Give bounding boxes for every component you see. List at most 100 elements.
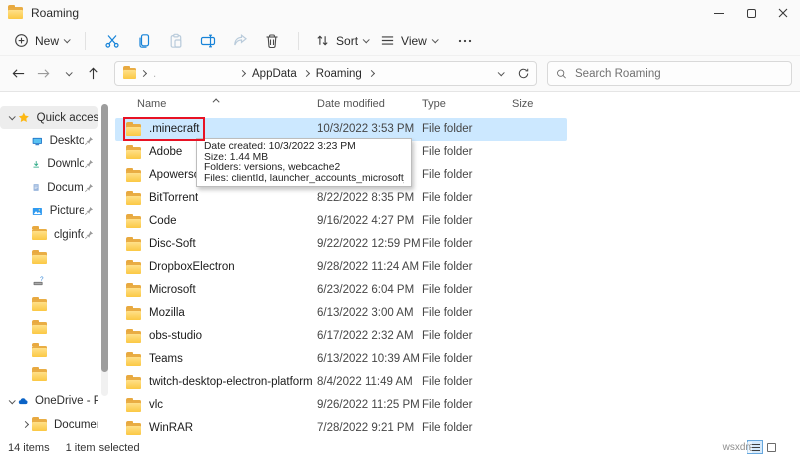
view-button[interactable]: View (374, 28, 443, 54)
file-type: File folder (422, 146, 473, 158)
sidebar-item-unnamed[interactable] (0, 317, 98, 340)
sidebar-item-onedrive-perso[interactable]: OneDrive - Perso (0, 390, 98, 413)
star-icon (18, 111, 30, 124)
file-row-twitch-desktop-electron-platform[interactable]: twitch-desktop-electron-platform8/4/2022… (112, 371, 800, 394)
sidebar-item-pictures[interactable]: Pictures (0, 200, 98, 223)
breadcrumb-user-segment[interactable]: . (151, 68, 235, 80)
sidebar-scrollbar-thumb[interactable] (101, 104, 108, 372)
file-date-modified: 8/22/2022 8:35 PM (317, 192, 414, 204)
share-button[interactable] (224, 28, 256, 54)
forward-icon (36, 66, 51, 81)
file-row-vlc[interactable]: vlc9/26/2022 11:25 PMFile folder (112, 394, 800, 417)
folder-info-tooltip: Date created: 10/3/2022 3:23 PM Size: 1.… (196, 138, 412, 187)
file-type: File folder (422, 376, 473, 388)
column-header-name[interactable]: Name (137, 98, 166, 110)
up-button[interactable] (81, 61, 106, 86)
device-icon: ? (32, 275, 45, 288)
close-button[interactable] (767, 0, 799, 26)
paste-button[interactable] (160, 28, 192, 54)
sidebar-item-documents[interactable]: Documents (0, 413, 98, 436)
file-row-bittorrent[interactable]: BitTorrent8/22/2022 8:35 PMFile folder (112, 187, 800, 210)
folder-icon (126, 147, 141, 159)
sort-button[interactable]: Sort (309, 28, 374, 54)
chevron-down-icon (64, 36, 71, 43)
chevron-down-icon[interactable] (8, 113, 15, 120)
file-type: File folder (422, 422, 473, 434)
file-date-modified: 10/3/2022 3:53 PM (317, 123, 414, 135)
sidebar-item-desktop[interactable]: Desktop (0, 129, 98, 152)
see-more-button[interactable] (449, 28, 481, 54)
selection-count: 1 item selected (66, 442, 140, 454)
file-row-microsoft[interactable]: Microsoft6/23/2022 6:04 PMFile folder (112, 279, 800, 302)
recent-locations-button[interactable] (56, 61, 81, 86)
file-name: Disc-Soft (149, 238, 196, 250)
chevron-right-icon[interactable] (21, 421, 28, 428)
sidebar-item-label: Quick access (37, 112, 98, 124)
breadcrumb-roaming-segment[interactable]: Roaming (314, 68, 364, 80)
sidebar-item-quick-access[interactable]: Quick access (0, 106, 98, 129)
file-type: File folder (422, 261, 473, 273)
sidebar-item-unnamed[interactable] (0, 293, 98, 316)
breadcrumb-appdata-segment[interactable]: AppData (250, 68, 299, 80)
column-header-size[interactable]: Size (512, 98, 533, 110)
sidebar-item-unnamed[interactable]: ? (0, 270, 98, 293)
chevron-down-icon[interactable] (8, 397, 15, 404)
column-header-date-modified[interactable]: Date modified (317, 98, 385, 110)
tooltip-size: Size: 1.44 MB (204, 153, 404, 164)
search-input[interactable] (575, 68, 783, 80)
file-type: File folder (422, 238, 473, 250)
sidebar-item-unnamed[interactable] (0, 340, 98, 363)
sidebar-item-unnamed[interactable] (0, 363, 98, 386)
sidebar-item-documents[interactable]: Documents (0, 176, 98, 199)
new-button[interactable]: New (8, 28, 75, 54)
maximize-button[interactable] (735, 0, 767, 26)
sidebar-item-clginfo[interactable]: clginfo (0, 223, 98, 246)
view-button-label: View (401, 34, 427, 48)
file-row-obs-studio[interactable]: obs-studio6/17/2022 2:32 AMFile folder (112, 325, 800, 348)
chevron-down-icon (66, 69, 73, 76)
column-header-type[interactable]: Type (422, 98, 446, 110)
folder-icon (32, 346, 47, 358)
cut-button[interactable] (96, 28, 128, 54)
refresh-icon[interactable] (517, 67, 530, 80)
view-icon (380, 33, 395, 48)
file-type: File folder (422, 215, 473, 227)
file-name: Code (149, 215, 177, 227)
file-row-mozilla[interactable]: Mozilla6/13/2022 3:00 AMFile folder (112, 302, 800, 325)
file-type: File folder (422, 284, 473, 296)
breadcrumb[interactable]: . AppData Roaming (114, 61, 537, 86)
search-icon (556, 68, 567, 80)
file-row-disc-soft[interactable]: Disc-Soft9/22/2022 12:59 PMFile folder (112, 233, 800, 256)
folder-icon (126, 354, 141, 366)
address-bar: . AppData Roaming (0, 56, 800, 92)
file-name: Teams (149, 353, 183, 365)
thumbnails-view-button[interactable] (763, 440, 779, 454)
delete-button[interactable] (256, 28, 288, 54)
minimize-button[interactable] (703, 0, 735, 26)
file-row-winrar[interactable]: WinRAR7/28/2022 9:21 PMFile folder (112, 417, 800, 440)
file-row-code[interactable]: Code9/16/2022 4:27 PMFile folder (112, 210, 800, 233)
back-button[interactable] (6, 61, 31, 86)
window-title: Roaming (31, 6, 79, 20)
trash-icon (264, 33, 280, 49)
file-name: BitTorrent (149, 192, 198, 204)
search-box[interactable] (547, 61, 792, 86)
forward-button[interactable] (31, 61, 56, 86)
pictures-icon (32, 205, 43, 218)
address-dropdown-icon[interactable] (498, 69, 505, 76)
chevron-down-icon (363, 36, 370, 43)
file-row-teams[interactable]: Teams6/13/2022 10:39 AMFile folder (112, 348, 800, 371)
sidebar-item-unnamed[interactable] (0, 246, 98, 269)
sidebar-item-downloads[interactable]: Downloads (0, 153, 98, 176)
file-explorer-window: Roaming New (0, 0, 800, 456)
sidebar-scrollbar-track[interactable] (101, 104, 108, 396)
rename-button[interactable] (192, 28, 224, 54)
sidebar-item-label: OneDrive - Perso (35, 395, 98, 407)
copy-button[interactable] (128, 28, 160, 54)
file-date-modified: 6/17/2022 2:32 AM (317, 330, 414, 342)
rename-icon (200, 33, 216, 49)
chevron-down-icon (431, 36, 438, 43)
file-row-dropboxelectron[interactable]: DropboxElectron9/28/2022 11:24 AMFile fo… (112, 256, 800, 279)
tooltip-folders: Folders: versions, webcache2 (204, 163, 404, 174)
folder-icon (126, 400, 141, 412)
